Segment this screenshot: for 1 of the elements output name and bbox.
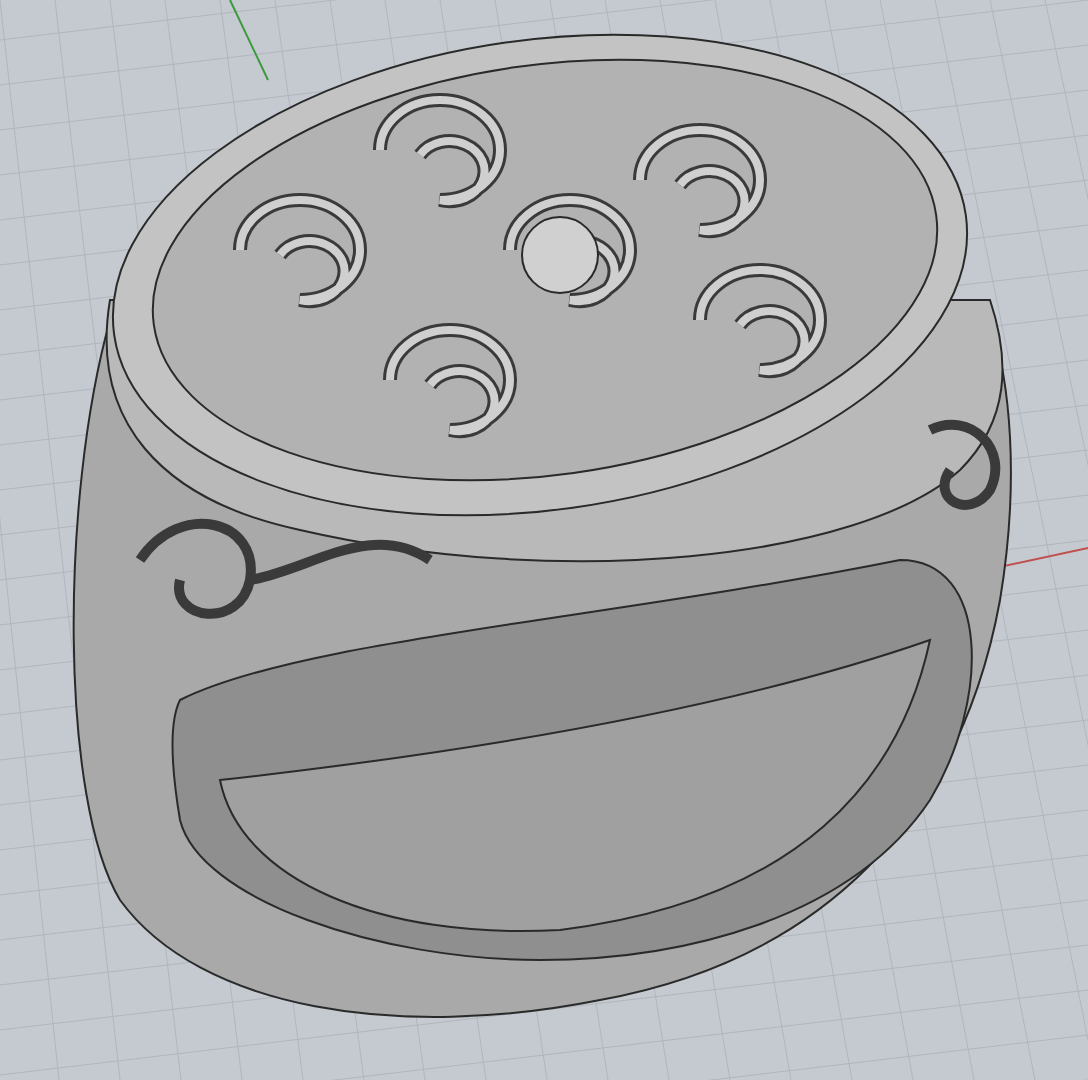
viewport[interactable] xyxy=(0,0,1088,1080)
